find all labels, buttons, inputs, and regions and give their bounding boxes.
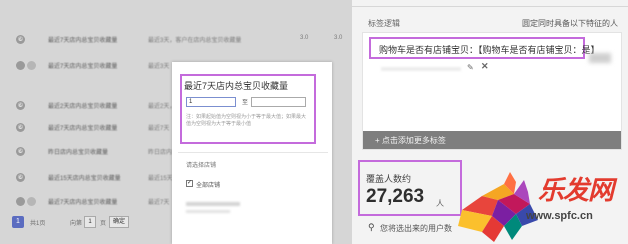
pagination: 1 共1页 向第 1 页 确定 xyxy=(12,216,132,230)
row-description: 最近3天，客户在店内总宝贝收藏量 xyxy=(148,38,242,44)
row-name: 最近7天店内总宝贝收藏量 xyxy=(48,38,118,44)
blurred-text xyxy=(186,210,230,213)
bull-logo-icon xyxy=(458,172,538,242)
page-number-input[interactable]: 1 xyxy=(84,216,96,228)
location-pin-icon: ⚲ xyxy=(368,222,375,232)
row-name: 最近15天店内总宝贝收藏量 xyxy=(48,176,121,182)
add-more-tags-label: + 点击添加更多标签 xyxy=(375,136,446,145)
coverage-unit: 人 xyxy=(436,199,444,208)
watermark-logo: 乐发网 www.spfc.cn xyxy=(452,166,628,244)
row-value: 3.0 xyxy=(300,35,309,41)
table-row[interactable]: ⑥ 最近7天店内总宝贝收藏量 最近3天，客户在店内总宝贝收藏量 3.0 3.0 xyxy=(0,30,352,50)
blurred-text xyxy=(186,202,240,206)
min-value-input[interactable]: 1 xyxy=(186,97,236,107)
row-description: 最近7天 xyxy=(148,126,170,132)
row-status-icon xyxy=(27,61,36,70)
row-description: 最近7天 xyxy=(148,200,170,206)
coverage-note: 您将选出来的用户数 xyxy=(380,224,452,233)
row-description: 最近3天 xyxy=(148,64,170,70)
row-status-icon: ⑥ xyxy=(16,173,25,182)
row-status-icon xyxy=(16,197,25,206)
all-shops-checkbox[interactable]: ✓ xyxy=(186,180,193,187)
coverage-count: 27,263 xyxy=(366,186,425,207)
logo-site-url: www.spfc.cn xyxy=(526,210,593,222)
tag-box: 购物车是否有店铺宝贝：【购物车是否有店铺宝贝：是】 ✎ ✕ + 点击添加更多标签 xyxy=(362,32,622,150)
coverage-label: 覆盖人数约 xyxy=(366,174,412,184)
background-table-panel: ⑥ 最近7天店内总宝贝收藏量 最近3天，客户在店内总宝贝收藏量 3.0 3.0 最近7天店… xyxy=(0,0,352,244)
divider xyxy=(352,6,628,7)
page-total-label: 共1页 xyxy=(30,221,46,227)
range-hint-text: 注：如果起始值为空则视为小于等于最大值；如果最大值为空则视为大于等于最小值 xyxy=(186,114,307,127)
row-name: 最近7天店内总宝贝收藏量 xyxy=(48,126,118,132)
page-goto-label: 向第 xyxy=(70,221,83,227)
row-name: 昨日店内总宝贝收藏量 xyxy=(48,150,109,156)
row-description: 昨日店内 xyxy=(148,150,173,156)
max-value-input[interactable] xyxy=(251,97,306,107)
page-unit-label: 页 xyxy=(100,221,107,227)
tag-logic-hint: 圆定同时具备以下特征的人 xyxy=(522,19,618,28)
logo-text: 乐发网 xyxy=(538,176,614,206)
row-name: 最近7天店内总宝贝收藏量 xyxy=(48,200,118,206)
shop-section-label: 请选择店铺 xyxy=(186,163,217,169)
close-icon[interactable]: ✕ xyxy=(481,61,489,72)
row-status-icon: ⑥ xyxy=(16,35,25,44)
row-name: 最近2天店内总宝贝收藏量 xyxy=(48,104,118,110)
row-name: 最近7天店内总宝贝收藏量 xyxy=(48,64,118,70)
row-status-icon: ⑥ xyxy=(16,101,25,110)
row-description: 最近15天 xyxy=(148,176,173,182)
add-more-tags-button[interactable]: + 点击添加更多标签 xyxy=(363,131,621,149)
modal-title: 最近7天店内总宝贝收藏量 xyxy=(184,81,289,91)
row-status-icon: ⑥ xyxy=(16,123,25,132)
range-to-label: 至 xyxy=(242,100,249,106)
row-value: 3.0 xyxy=(334,35,343,41)
blurred-text xyxy=(381,67,461,71)
edit-icon[interactable]: ✎ xyxy=(467,63,474,72)
page-current-button[interactable]: 1 xyxy=(12,216,24,228)
blurred-text xyxy=(589,53,611,63)
row-status-icon xyxy=(16,61,25,70)
divider xyxy=(178,152,328,153)
filter-modal: 最近7天店内总宝贝收藏量 1 至 注：如果起始值为空则视为小于等于最大值；如果最… xyxy=(172,62,332,244)
row-status-icon xyxy=(27,197,36,206)
page-go-button[interactable]: 确定 xyxy=(109,216,129,228)
tag-rule-text: 购物车是否有店铺宝贝：【购物车是否有店铺宝贝：是】 xyxy=(379,45,600,55)
tag-logic-label: 标签逻辑 xyxy=(368,19,400,28)
all-shops-label: 全部店铺 xyxy=(196,183,221,189)
row-status-icon: ⑥ xyxy=(16,147,25,156)
